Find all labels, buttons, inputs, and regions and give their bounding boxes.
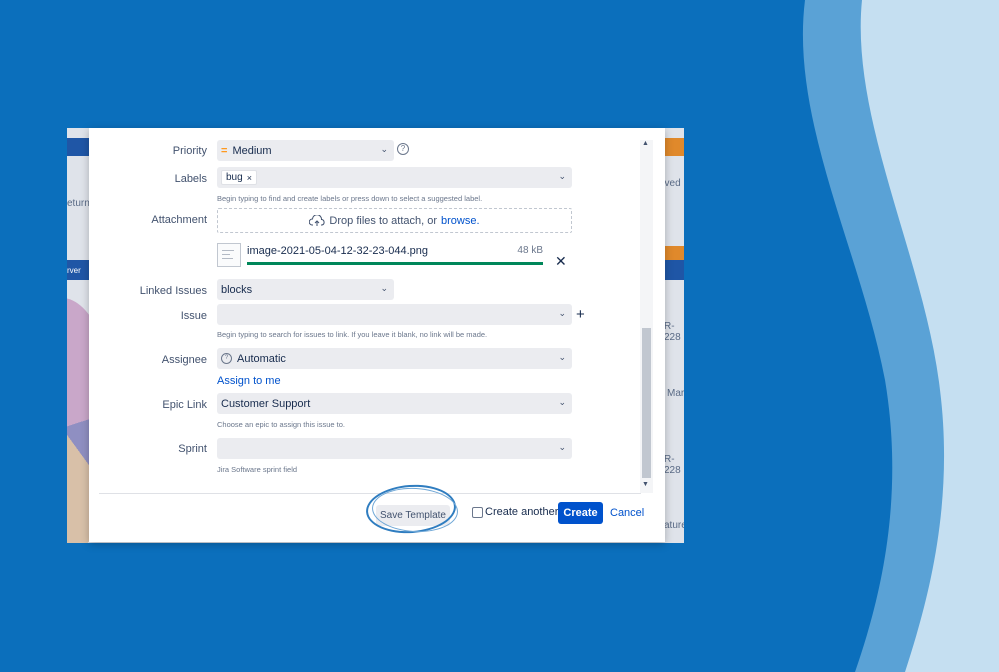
automatic-user-icon: ? [221,353,232,364]
link-type-select[interactable]: blocks ⌄ [217,279,394,300]
link-type-value: blocks [221,283,253,296]
epic-link-select[interactable]: Customer Support ⌄ [217,393,572,414]
remove-attachment-icon[interactable]: ✕ [555,253,567,270]
epic-link-label: Epic Link [162,399,207,411]
labels-hint: Begin typing to find and create labels o… [217,194,483,203]
file-name: image-2021-05-04-12-32-23-044.png [247,245,429,257]
dialog-body: Priority = Medium ⌄ ? Labels bug × ⌄ Beg… [89,128,665,493]
scrollbar-thumb[interactable] [642,328,651,478]
chevron-down-icon: ⌄ [558,442,566,452]
background-text: R-228 [664,454,681,476]
help-icon[interactable]: ? [397,143,409,155]
issue-label: Issue [180,310,207,322]
footer-divider [99,493,641,494]
label-tag-text: bug [226,172,243,183]
issue-picker-input[interactable]: ⌄ [217,304,572,325]
labels-input[interactable]: bug × ⌄ [217,167,572,188]
label-tag-bug: bug × [221,170,257,185]
background-text: ature [664,520,684,531]
background-text: eturn [67,198,90,209]
labels-label: Labels [174,173,207,185]
upload-progress-fill [247,262,543,265]
attachment-dropzone[interactable]: Drop files to attach, or browse. [217,208,572,233]
sprint-hint: Jira Software sprint field [217,465,298,474]
issue-hint: Begin typing to search for issues to lin… [217,330,488,339]
file-size: 48 kB [517,245,543,256]
dialog-scrollbar[interactable]: ▲ ▼ [640,140,653,493]
priority-select[interactable]: = Medium ⌄ [217,140,394,161]
file-thumbnail[interactable] [217,243,241,267]
assign-to-me-link[interactable]: Assign to me [217,375,281,387]
sprint-label: Sprint [178,443,207,455]
chevron-down-icon: ⌄ [380,283,388,293]
linked-issues-label: Linked Issues [139,285,207,297]
background-text: R-228 [664,321,681,343]
epic-link-hint: Choose an epic to assign this issue to. [217,420,345,429]
upload-progress-bar [247,262,543,265]
drop-text: Drop files to attach, or [329,214,438,227]
chevron-down-icon: ⌄ [558,352,566,362]
upload-cloud-icon [309,214,325,226]
scroll-up-icon[interactable]: ▲ [642,140,649,147]
background-text: rver [67,266,81,275]
scroll-down-icon[interactable]: ▼ [642,481,649,488]
attachment-label: Attachment [151,214,207,226]
browse-link[interactable]: browse. [441,215,480,227]
priority-value: Medium [232,144,272,157]
create-issue-dialog: Priority = Medium ⌄ ? Labels bug × ⌄ Beg… [89,128,665,542]
assignee-value: Automatic [237,352,286,365]
epic-link-value: Customer Support [221,397,311,410]
create-another-checkbox[interactable] [472,507,483,518]
remove-tag-icon[interactable]: × [247,173,252,183]
background-text: Marl [667,388,684,399]
sprint-select[interactable]: ⌄ [217,438,572,459]
assignee-select[interactable]: ? Automatic ⌄ [217,348,572,369]
create-another-label: Create another [485,506,559,518]
priority-medium-icon: = [221,144,228,157]
priority-label: Priority [172,145,207,157]
create-button[interactable]: Create [558,502,603,524]
assignee-label: Assignee [161,354,207,366]
chevron-down-icon: ⌄ [380,144,388,154]
attachment-item: image-2021-05-04-12-32-23-044.png 48 kB [217,243,547,273]
chevron-down-icon: ⌄ [558,171,566,181]
chevron-down-icon: ⌄ [558,308,566,318]
chevron-down-icon: ⌄ [558,397,566,407]
add-issue-link-icon[interactable]: + [576,306,585,323]
cancel-link[interactable]: Cancel [610,507,644,519]
